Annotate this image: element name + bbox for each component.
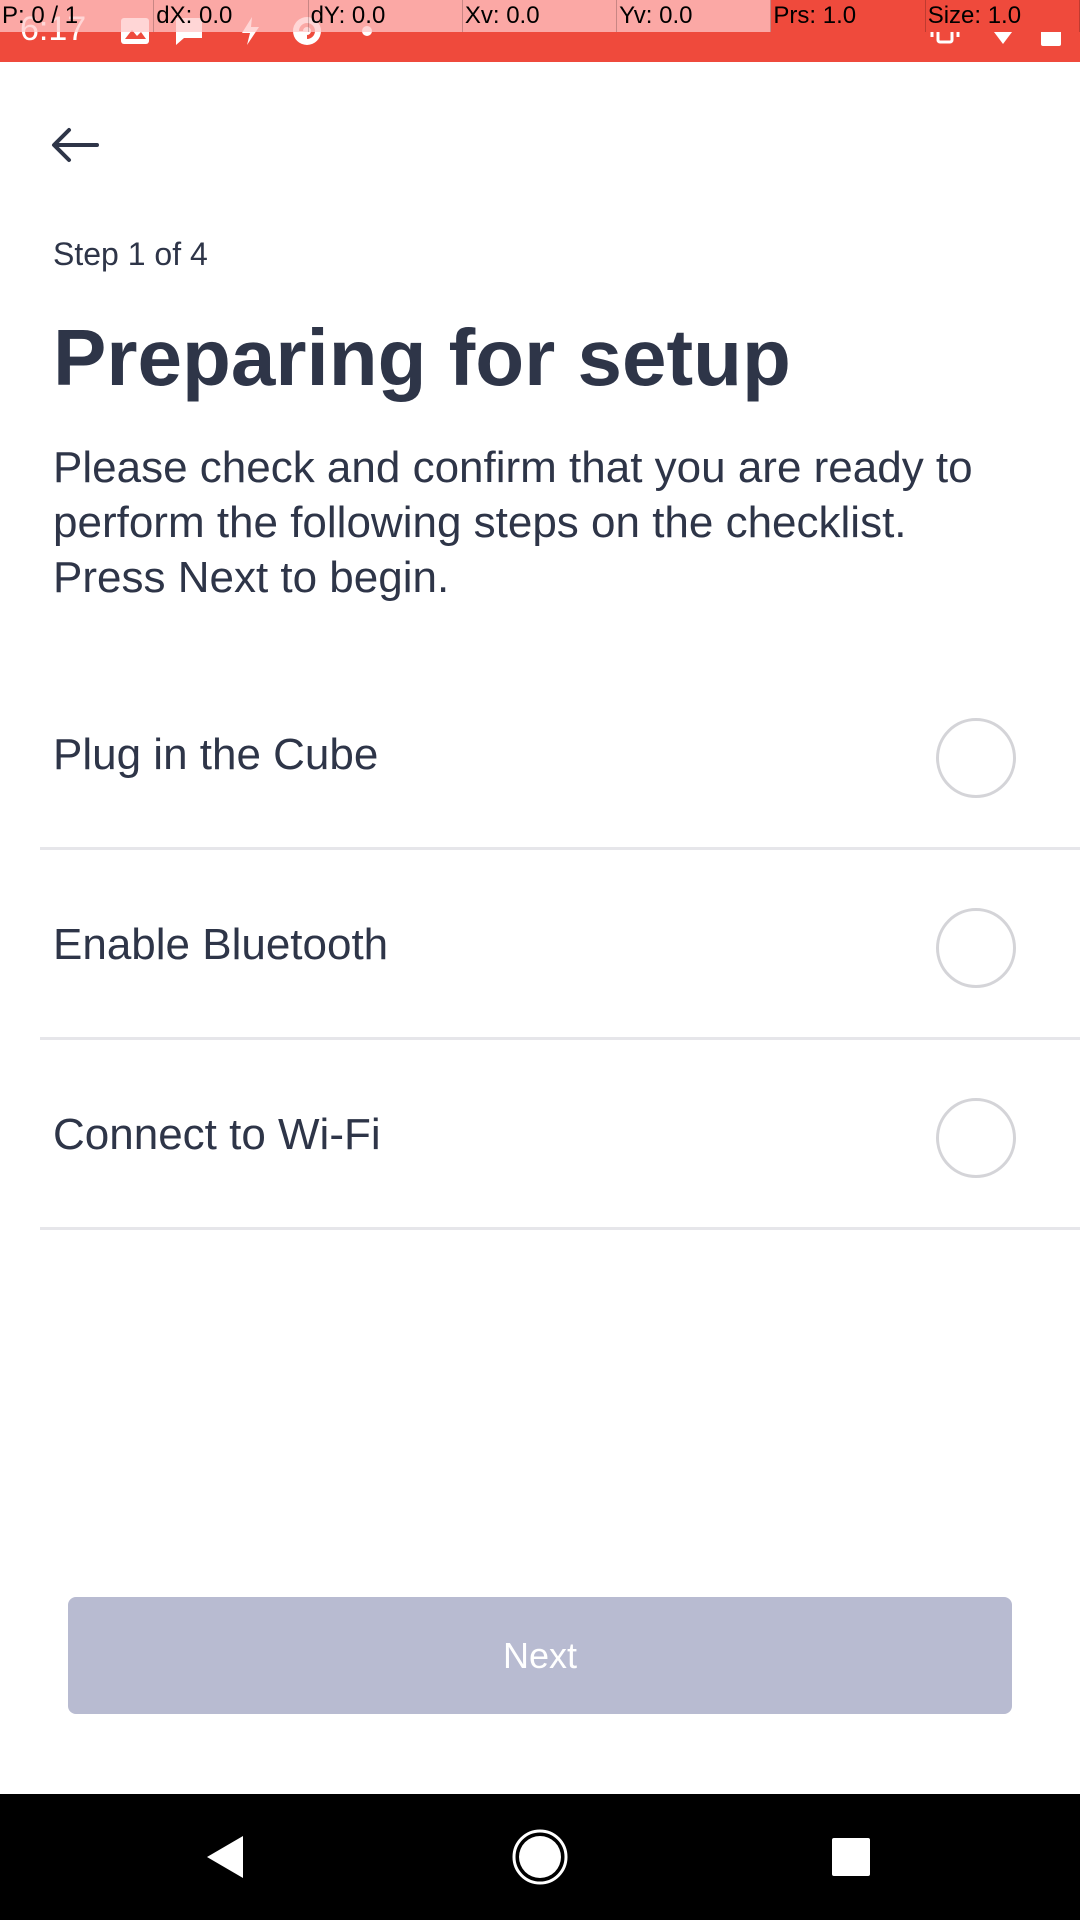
overlay-dx: dX: 0.0 xyxy=(154,0,309,32)
checklist-item-connect-wifi[interactable]: Connect to Wi-Fi xyxy=(40,1040,1080,1230)
checklist-item-enable-bluetooth[interactable]: Enable Bluetooth xyxy=(40,850,1080,1040)
overlay-pointer: P: 0 / 1 xyxy=(0,0,155,32)
nav-recents-button[interactable] xyxy=(818,1824,884,1890)
overlay-yv: Yv: 0.0 xyxy=(617,0,772,32)
pointer-location-overlay: P: 0 / 1 dX: 0.0 dY: 0.0 Xv: 0.0 Yv: 0.0… xyxy=(0,0,1080,32)
overlay-size: Size: 1.0 xyxy=(925,0,1080,32)
checklist-item-plug-in-cube[interactable]: Plug in the Cube xyxy=(40,660,1080,850)
status-bar: 6:17 P: 0 / 1 dX: 0.0 dY: 0.0 Xv: 0.0 Yv… xyxy=(0,0,1080,62)
arrow-left-icon xyxy=(52,128,99,162)
nav-back-button[interactable] xyxy=(193,1824,259,1890)
home-circle-icon xyxy=(512,1829,568,1885)
step-indicator: Step 1 of 4 xyxy=(53,236,208,272)
back-button[interactable] xyxy=(40,110,110,180)
checklist-item-label: Connect to Wi-Fi xyxy=(53,1110,381,1159)
checklist-item-label: Plug in the Cube xyxy=(53,730,379,779)
next-button[interactable]: Next xyxy=(68,1597,1012,1714)
nav-home-button[interactable] xyxy=(507,1824,573,1890)
page-title: Preparing for setup xyxy=(53,313,791,402)
radio-button[interactable] xyxy=(936,1098,1016,1178)
checklist-item-label: Enable Bluetooth xyxy=(53,920,389,969)
recents-square-icon xyxy=(832,1838,870,1876)
back-triangle-icon xyxy=(207,1836,243,1878)
radio-button[interactable] xyxy=(936,718,1016,798)
overlay-xv: Xv: 0.0 xyxy=(463,0,618,32)
overlay-pressure: Prs: 1.0 xyxy=(771,0,926,32)
overlay-dy: dY: 0.0 xyxy=(309,0,463,32)
radio-button[interactable] xyxy=(936,908,1016,988)
checklist: Plug in the Cube Enable Bluetooth Connec… xyxy=(40,660,1080,1230)
navigation-bar xyxy=(0,1794,1080,1920)
page-description: Please check and confirm that you are re… xyxy=(53,443,973,602)
